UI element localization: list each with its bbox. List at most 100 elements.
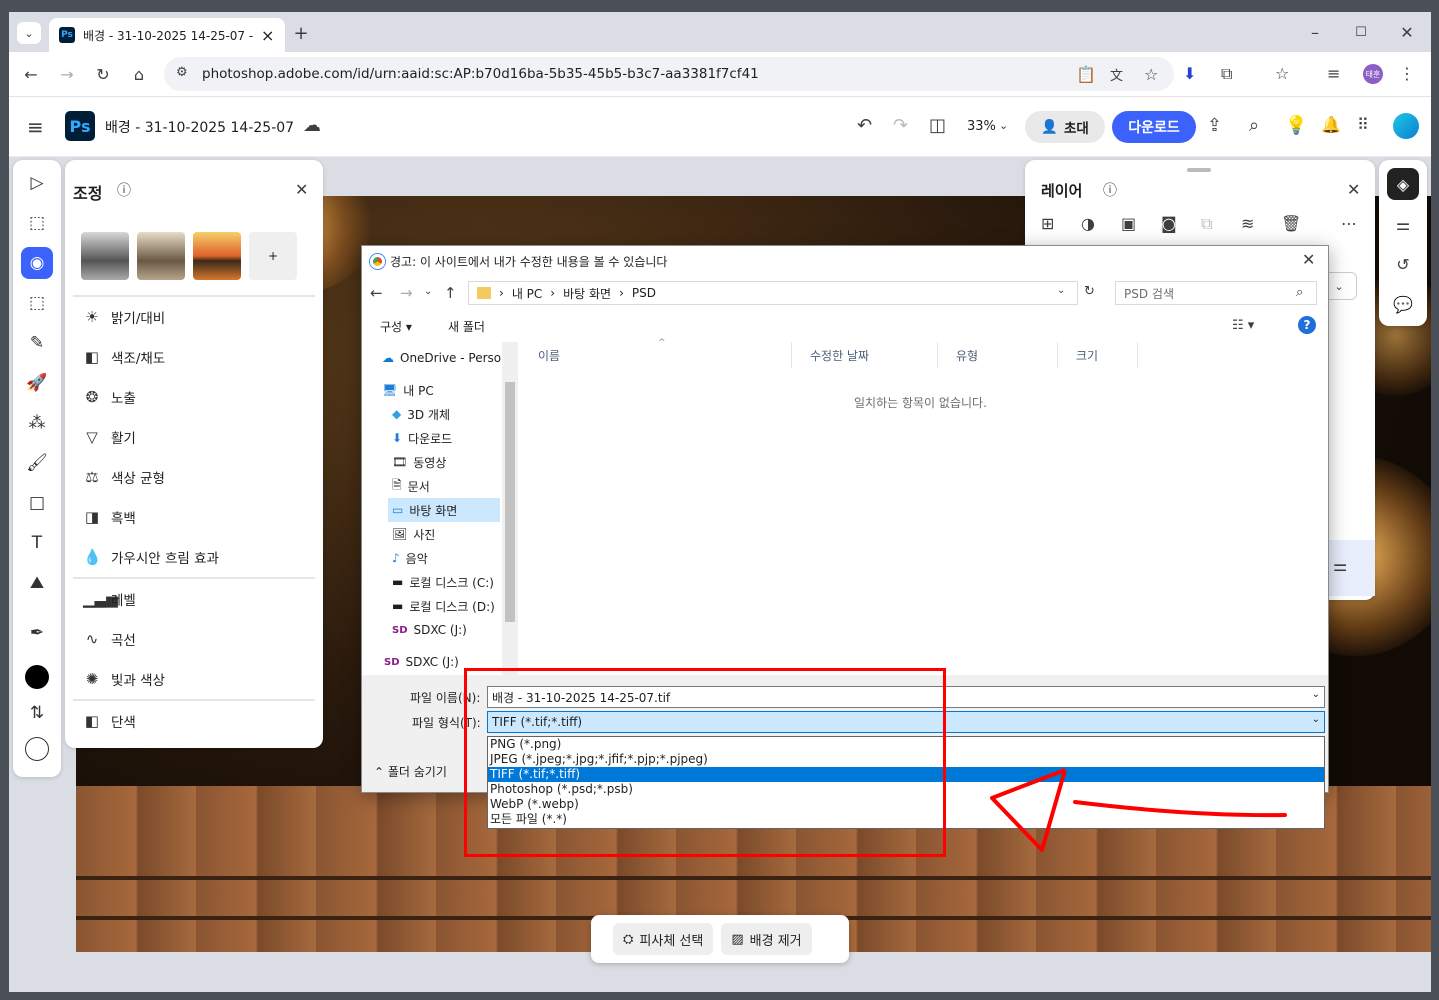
quick-actions-icon[interactable]: 🚀 bbox=[13, 366, 61, 400]
foreground-color[interactable] bbox=[25, 665, 49, 689]
translate-icon[interactable]: 文 bbox=[1110, 65, 1123, 84]
reload-icon[interactable]: ↻ bbox=[93, 64, 113, 84]
refresh-icon[interactable]: ↻ bbox=[1084, 284, 1095, 299]
crumb-item[interactable]: 바탕 화면 bbox=[563, 285, 611, 302]
filetype-chevron-icon[interactable]: ⌄ bbox=[1312, 714, 1320, 725]
forward-icon[interactable]: → bbox=[57, 64, 77, 84]
adjust-hue[interactable]: ◧ 색조/채도 bbox=[77, 337, 311, 377]
nav-desktop[interactable]: ▭ 바탕 화면 bbox=[388, 498, 500, 522]
nav-scrollbar[interactable] bbox=[502, 342, 518, 675]
col-type[interactable]: 유형 bbox=[938, 342, 1058, 368]
adjust-color-balance[interactable]: ⚖ 색상 균형 bbox=[77, 457, 311, 497]
preset-thumbnail[interactable] bbox=[137, 232, 185, 280]
nav-music[interactable]: ♪ 음악 bbox=[392, 546, 428, 570]
search-input[interactable]: PSD 검색 ⌕ bbox=[1115, 281, 1317, 305]
bookmarks-icon[interactable]: ☆ bbox=[1275, 64, 1289, 83]
add-layer-icon[interactable]: ⊞ bbox=[1041, 214, 1054, 233]
adjust-vibrance[interactable]: ▽ 활기 bbox=[77, 417, 311, 457]
nav-my-pc[interactable]: 🖥 내 PC bbox=[382, 378, 434, 402]
layers-icon[interactable]: ◈ bbox=[1387, 168, 1419, 200]
background-color[interactable] bbox=[25, 737, 49, 761]
comments-icon[interactable]: 💬 bbox=[1387, 288, 1419, 320]
compare-icon[interactable]: ◫ bbox=[929, 115, 946, 136]
breadcrumb[interactable]: › 내 PC › 바탕 화면 › PSD ⌄ bbox=[468, 281, 1078, 305]
search-icon[interactable]: ⌕ bbox=[1249, 115, 1259, 136]
view-options-icon[interactable]: ☷ ▾ bbox=[1232, 318, 1254, 333]
col-date[interactable]: 수정한 날짜 bbox=[792, 342, 938, 368]
select-subject-button[interactable]: ⛭ 피사체 선택 bbox=[613, 923, 714, 955]
nav-videos[interactable]: 🎞 동영상 bbox=[392, 450, 446, 474]
more-icon[interactable]: ⋯ bbox=[1341, 214, 1357, 233]
adjust-brightness[interactable]: ☀ 밝기/대비 bbox=[77, 297, 311, 337]
adjust-exposure[interactable]: ❂ 노출 bbox=[77, 377, 311, 417]
nav-disk-c[interactable]: ▬ 로컬 디스크 (C:) bbox=[392, 570, 494, 594]
brush-tool-icon[interactable]: 🖌 bbox=[13, 446, 61, 480]
close-window-icon[interactable]: ✕ bbox=[1395, 20, 1419, 44]
info-icon[interactable]: ⓘ bbox=[117, 180, 131, 200]
shape-tool-icon[interactable]: □ bbox=[13, 486, 61, 520]
maximize-icon[interactable]: ☐ bbox=[1349, 20, 1373, 44]
adjustment-layer-icon[interactable]: ◑ bbox=[1081, 214, 1095, 233]
ps-logo[interactable]: Ps bbox=[65, 111, 95, 141]
nav-3d[interactable]: ◆ 3D 개체 bbox=[392, 402, 450, 426]
invite-button[interactable]: 👤 초대 bbox=[1025, 111, 1105, 143]
adjust-light-color[interactable]: ✺ 빛과 색상 bbox=[77, 659, 311, 699]
back-icon[interactable]: ← bbox=[370, 284, 383, 302]
minimize-icon[interactable]: – bbox=[1303, 20, 1327, 44]
up-icon[interactable]: ↑ bbox=[444, 284, 457, 302]
menu-kebab-icon[interactable]: ⋮ bbox=[1399, 64, 1415, 83]
recent-chevron-icon[interactable]: ⌄ bbox=[424, 286, 432, 297]
nav-sdxc[interactable]: SD SDXC (J:) bbox=[392, 618, 467, 642]
filename-chevron-icon[interactable]: ⌄ bbox=[1312, 689, 1320, 700]
crumb-item[interactable]: PSD bbox=[632, 286, 656, 300]
clipboard-icon[interactable]: 📋 bbox=[1076, 65, 1096, 84]
col-name[interactable]: 이름 bbox=[520, 342, 792, 368]
stack-icon[interactable]: ≋ bbox=[1241, 214, 1254, 233]
generative-tool-icon[interactable]: ⬚ bbox=[13, 206, 61, 240]
help-icon[interactable]: ? bbox=[1298, 316, 1316, 334]
nav-onedrive[interactable]: ☁ OneDrive - Person bbox=[382, 346, 509, 370]
share-icon[interactable]: ⇪ bbox=[1207, 115, 1222, 136]
history-icon[interactable]: ↺ bbox=[1387, 248, 1419, 280]
crumb-item[interactable]: 내 PC bbox=[512, 285, 542, 302]
heal-tool-icon[interactable]: ✎ bbox=[13, 326, 61, 360]
redo-icon[interactable]: ↷ bbox=[893, 115, 908, 136]
adjust-curves[interactable]: ∿ 곡선 bbox=[77, 619, 311, 659]
tab-close-icon[interactable]: × bbox=[261, 26, 274, 45]
image-tool-icon[interactable]: ⛰ bbox=[13, 566, 61, 600]
eyedropper-icon[interactable]: ✒ bbox=[13, 616, 61, 650]
home-icon[interactable]: ⌂ bbox=[129, 64, 149, 84]
forward-icon[interactable]: → bbox=[400, 284, 413, 302]
drag-handle[interactable] bbox=[1187, 168, 1211, 172]
hide-folders-button[interactable]: ⌃ 폴더 숨기기 bbox=[374, 763, 447, 780]
image-icon[interactable]: ◙ bbox=[1161, 214, 1177, 233]
path-chevron-icon[interactable]: ⌄ bbox=[1057, 285, 1065, 296]
adjust-solid[interactable]: ◧ 단색 bbox=[77, 701, 311, 741]
nav-pictures[interactable]: 🖼 사진 bbox=[392, 522, 435, 546]
nav-disk-d[interactable]: ▬ 로컬 디스크 (D:) bbox=[392, 594, 495, 618]
preset-thumbnail[interactable] bbox=[193, 232, 241, 280]
trash-icon[interactable]: 🗑 bbox=[1281, 214, 1301, 233]
nav-documents[interactable]: 🗎 문서 bbox=[392, 474, 430, 498]
profile-avatar[interactable]: 태훈 bbox=[1363, 64, 1383, 84]
tab-search-icon[interactable]: ⌄ bbox=[17, 22, 41, 44]
media-icon[interactable]: ≡ bbox=[1327, 64, 1340, 83]
tab-photoshop[interactable]: Ps 배경 - 31-10-2025 14-25-07 - × bbox=[49, 18, 285, 52]
close-icon[interactable]: ✕ bbox=[295, 180, 308, 199]
download-button[interactable]: 다운로드 bbox=[1112, 111, 1196, 143]
hamburger-icon[interactable]: ≡ bbox=[27, 115, 44, 139]
bell-icon[interactable]: 🔔 bbox=[1321, 115, 1341, 134]
text-tool-icon[interactable]: T bbox=[13, 526, 61, 560]
extensions-icon[interactable]: ⧉ bbox=[1221, 64, 1232, 84]
new-tab-button[interactable]: + bbox=[291, 22, 311, 44]
properties-icon[interactable]: ⚌ bbox=[1387, 208, 1419, 240]
mask-icon[interactable]: ▣ bbox=[1121, 214, 1136, 233]
select-tool-icon[interactable]: ▷ bbox=[13, 166, 61, 200]
dialog-close-icon[interactable]: ✕ bbox=[1302, 250, 1315, 269]
undo-icon[interactable]: ↶ bbox=[857, 115, 872, 136]
lightbulb-icon[interactable]: 💡 bbox=[1285, 115, 1307, 136]
apps-grid-icon[interactable]: ⠿ bbox=[1357, 115, 1369, 134]
extension-arrow-icon[interactable]: ⬇ bbox=[1183, 64, 1196, 83]
organize-button[interactable]: 구성 ▾ bbox=[380, 318, 412, 335]
info-icon[interactable]: ⓘ bbox=[1103, 180, 1117, 200]
